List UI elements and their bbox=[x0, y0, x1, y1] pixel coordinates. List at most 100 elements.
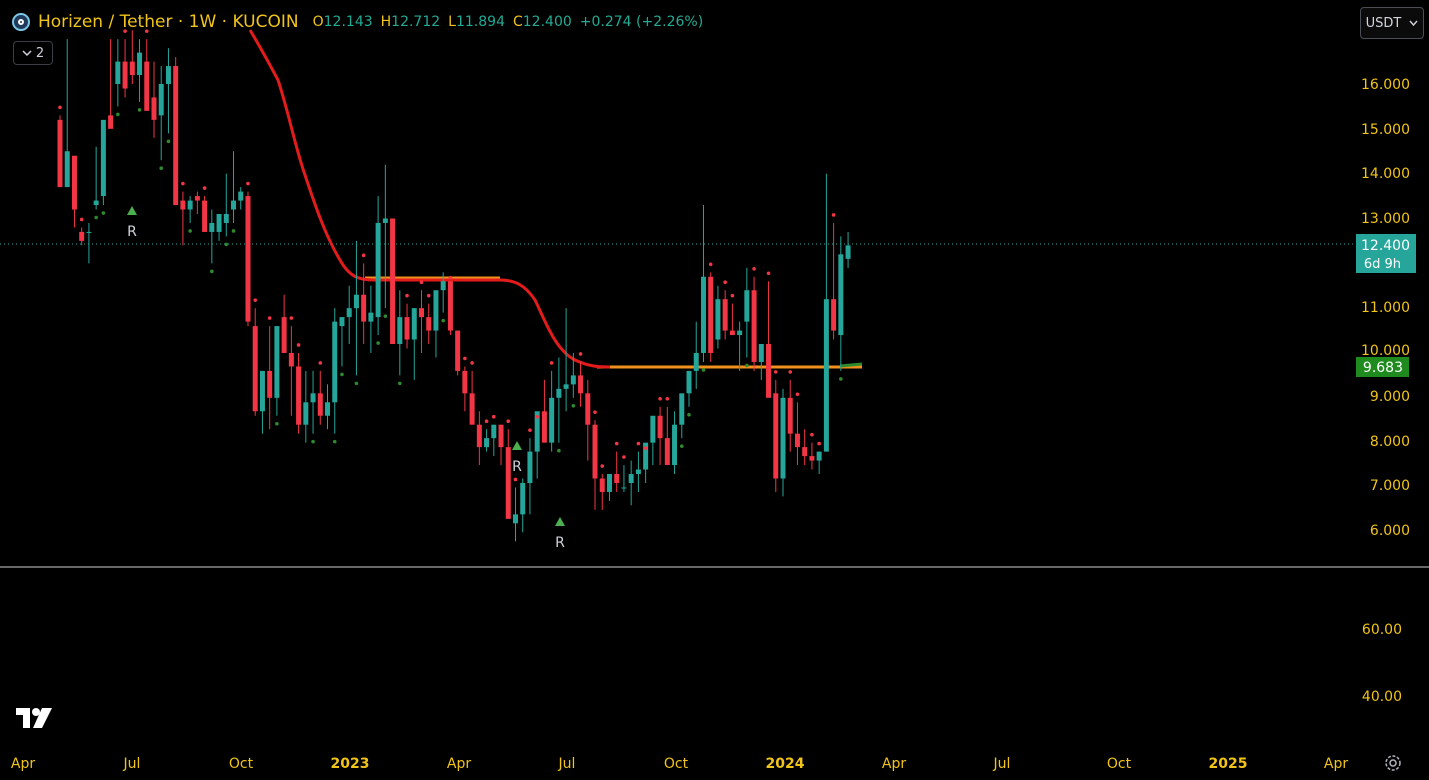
candle-body bbox=[556, 388, 562, 398]
candle-body bbox=[252, 326, 258, 412]
change-value: +0.274 (+2.26%) bbox=[579, 14, 704, 30]
candle-body bbox=[64, 151, 70, 188]
indicator-dot bbox=[94, 215, 98, 220]
candle-body bbox=[686, 370, 692, 394]
indicator-dot bbox=[376, 341, 380, 345]
candle-body bbox=[744, 290, 750, 322]
indicator-dot bbox=[549, 361, 554, 365]
indicators-collapse-button[interactable]: 2 bbox=[13, 41, 53, 65]
indicator-dot bbox=[289, 316, 294, 320]
candle-body bbox=[816, 451, 822, 461]
indicator-dot bbox=[137, 108, 142, 112]
svg-text:R: R bbox=[555, 535, 565, 551]
candle-body bbox=[382, 218, 388, 223]
indicator-dot bbox=[600, 464, 605, 468]
price-tick: 11.000 bbox=[1361, 300, 1410, 316]
price-tick: 9.000 bbox=[1370, 389, 1410, 405]
svg-text:9.683: 9.683 bbox=[1363, 360, 1403, 376]
time-tick: Oct bbox=[664, 756, 689, 772]
candle-body bbox=[657, 415, 663, 439]
tradingview-logo-icon[interactable] bbox=[16, 708, 56, 730]
reversal-marker: R bbox=[555, 517, 565, 551]
candle-body bbox=[469, 393, 475, 425]
indicator-dot bbox=[730, 293, 735, 298]
indicator-dot bbox=[58, 105, 62, 110]
osc-tick: 60.00 bbox=[1362, 622, 1402, 638]
candle-body bbox=[729, 330, 735, 336]
candle-body bbox=[751, 290, 757, 362]
candle-body bbox=[823, 299, 829, 452]
indicator-dot bbox=[701, 368, 706, 372]
time-tick: Jul bbox=[558, 756, 576, 772]
indicator-dot bbox=[535, 414, 539, 419]
candle-body bbox=[722, 299, 728, 331]
indicator-dot bbox=[593, 410, 597, 415]
candle-body bbox=[93, 200, 99, 206]
indicator-dot bbox=[224, 242, 229, 247]
indicator-dot bbox=[571, 404, 576, 408]
indicator-dot bbox=[795, 392, 800, 397]
candle-body bbox=[809, 456, 815, 461]
candle-body bbox=[563, 384, 569, 389]
indicator-dot bbox=[340, 372, 344, 377]
indicator-dot bbox=[708, 262, 713, 267]
indicator-dot bbox=[636, 441, 641, 446]
candle-body bbox=[679, 393, 685, 425]
indicator-dot bbox=[679, 444, 684, 448]
chart-canvas[interactable]: R R R 16.000 15.000 14.000 13.000 11.000… bbox=[0, 0, 1429, 780]
candle-body bbox=[57, 119, 63, 188]
candle-body bbox=[838, 254, 844, 336]
time-tick: Apr bbox=[1324, 756, 1348, 772]
candle-body bbox=[144, 61, 150, 111]
candle-body bbox=[267, 370, 273, 398]
candle-body bbox=[484, 438, 490, 448]
candle-body bbox=[505, 447, 511, 519]
indicator-dot bbox=[745, 363, 749, 368]
price-axis[interactable]: 16.000 15.000 14.000 13.000 11.000 10.00… bbox=[1361, 77, 1410, 705]
candle-body bbox=[325, 402, 331, 416]
indicator-dot bbox=[159, 166, 164, 171]
gear-icon[interactable] bbox=[1382, 752, 1404, 774]
candle-body bbox=[310, 393, 316, 403]
svg-text:6d 9h: 6d 9h bbox=[1364, 257, 1401, 272]
time-tick: Oct bbox=[1107, 756, 1132, 772]
indicator-value-badge: 9.683 bbox=[1356, 357, 1409, 377]
candle-body bbox=[433, 290, 439, 331]
candle-body bbox=[440, 281, 446, 291]
indicator-dot bbox=[665, 396, 670, 401]
time-tick: Apr bbox=[11, 756, 35, 772]
candle-body bbox=[715, 299, 721, 340]
moving-average-line bbox=[248, 29, 611, 369]
price-tick: 6.000 bbox=[1370, 523, 1410, 539]
indicator-dot bbox=[398, 381, 402, 386]
indicator-dot bbox=[788, 370, 793, 374]
candle-body bbox=[845, 245, 851, 259]
indicator-dot bbox=[513, 477, 518, 482]
current-price-badge: 12.400 6d 9h bbox=[1356, 234, 1416, 273]
symbol-header[interactable]: Horizen / Tether · 1W · KUCOIN O12.143 H… bbox=[12, 10, 703, 34]
price-tick: 16.000 bbox=[1361, 77, 1410, 93]
candle-body bbox=[216, 214, 222, 232]
candle-body bbox=[238, 191, 244, 201]
time-axis[interactable]: Apr Jul Oct 2023 Apr Jul Oct 2024 Apr Ju… bbox=[11, 756, 1348, 772]
candle-body bbox=[339, 317, 345, 327]
candle-body bbox=[245, 196, 251, 322]
candle-body bbox=[411, 308, 417, 340]
indicator-dot bbox=[773, 370, 778, 374]
candle-body bbox=[498, 424, 504, 448]
candle-body bbox=[476, 424, 482, 448]
indicator-dot bbox=[506, 419, 511, 423]
currency-selector[interactable]: USDT bbox=[1360, 7, 1424, 39]
indicator-dot bbox=[253, 298, 258, 302]
candle-body bbox=[578, 375, 584, 394]
time-tick: 2024 bbox=[766, 756, 805, 772]
candle-body bbox=[635, 469, 641, 475]
indicator-dot bbox=[210, 269, 214, 274]
candle-body bbox=[708, 276, 714, 353]
candle-body bbox=[346, 308, 352, 318]
candle-body bbox=[79, 231, 85, 241]
price-tick: 8.000 bbox=[1370, 434, 1410, 450]
svg-text:12.400: 12.400 bbox=[1361, 238, 1410, 254]
indicator-dot bbox=[448, 275, 453, 280]
symbol-title[interactable]: Horizen / Tether · 1W · KUCOIN bbox=[38, 12, 299, 32]
